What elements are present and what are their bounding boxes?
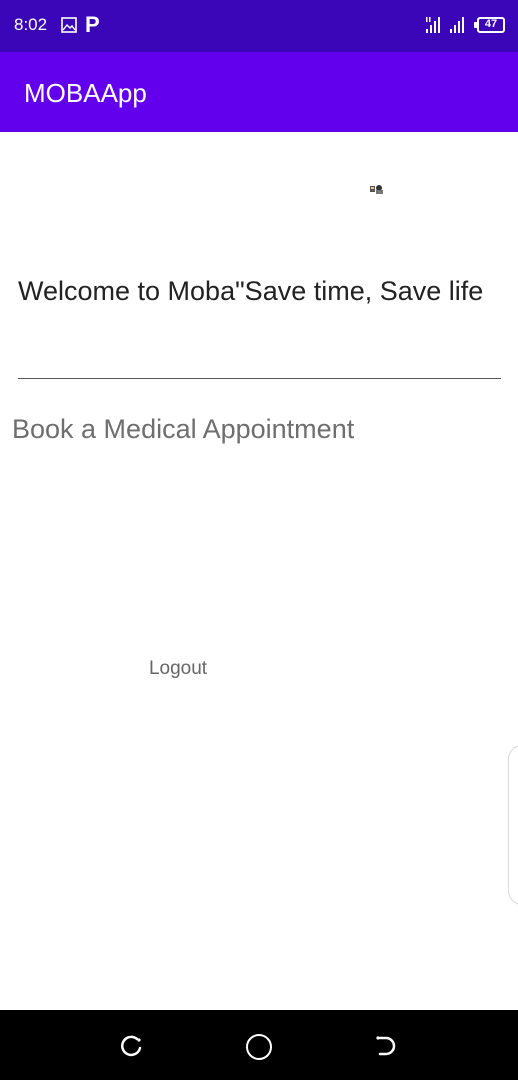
divider	[18, 378, 501, 379]
signal-icon	[426, 17, 464, 33]
home-icon[interactable]	[246, 1034, 272, 1060]
gallery-icon	[61, 17, 77, 33]
logout-button[interactable]: Logout	[130, 654, 226, 684]
app-title: MOBAApp	[24, 78, 147, 108]
back-icon[interactable]	[372, 1034, 398, 1058]
edge-panel-handle[interactable]	[508, 745, 518, 905]
nav-bar	[0, 1010, 518, 1080]
status-bar: 8:02 P 47	[0, 0, 518, 52]
status-time: 8:02	[14, 15, 48, 34]
p-icon: P	[85, 12, 100, 37]
recent-apps-icon[interactable]	[119, 1034, 145, 1058]
app-bar: MOBAApp	[0, 52, 518, 132]
battery-icon: 47	[474, 17, 505, 33]
welcome-text: Welcome to Moba"Save time, Save life	[18, 276, 484, 306]
hero-image	[370, 185, 383, 194]
book-appointment-text[interactable]: Book a Medical Appointment	[12, 414, 354, 445]
battery-level: 47	[484, 18, 498, 30]
